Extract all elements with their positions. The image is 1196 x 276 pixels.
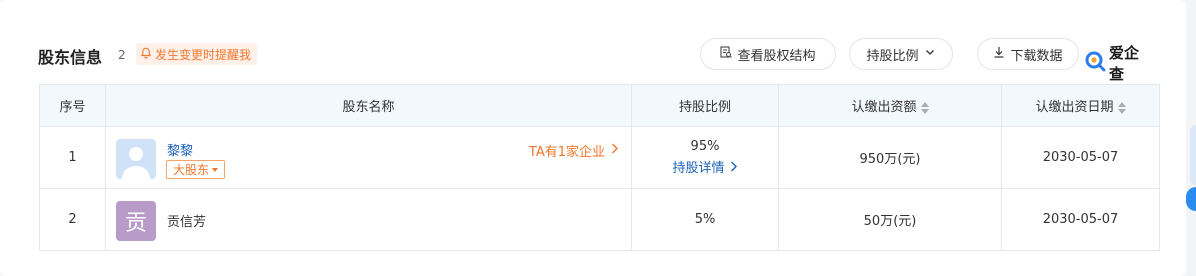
capital-header-label: 认缴出资额 (851, 100, 917, 115)
ratio-cell: 95% 持股详情 (631, 126, 779, 189)
detail-label: 持股详情 (672, 160, 725, 176)
sort-icon[interactable] (920, 101, 929, 114)
col-header-ratio: 持股比例 (631, 84, 779, 127)
chevron-right-icon (611, 143, 619, 158)
shareholder-name-cell: 黎黎 大股东 TA有1家企业 (105, 126, 632, 189)
ratio-value: 95% (690, 138, 720, 154)
major-shareholder-tag[interactable]: 大股东 (166, 160, 226, 179)
download-data-button[interactable]: 下载数据 (977, 38, 1079, 70)
col-header-date[interactable]: 认缴出资日期 (1001, 84, 1160, 127)
chevron-right-icon (730, 158, 738, 180)
view-equity-structure-button[interactable]: 查看股权结构 (700, 38, 836, 70)
capital-cell: 950万(元) (778, 126, 1002, 189)
col-header-capital[interactable]: 认缴出资额 (778, 84, 1002, 127)
sort-icon[interactable] (1117, 101, 1126, 114)
section-title: 股东信息 (38, 48, 103, 67)
side-float-button[interactable] (1186, 187, 1196, 211)
row-index: 1 (39, 126, 106, 189)
row-index: 2 (39, 188, 106, 251)
section-header: 股东信息 2 发生变更时提醒我 查看股权结构 持股比例 下载数据 爱企查 (38, 38, 1150, 83)
shareholder-name: 贡信芳 (167, 215, 207, 230)
change-reminder-button[interactable]: 发生变更时提醒我 (136, 43, 258, 65)
shareholder-name-link[interactable]: 黎黎 (167, 140, 193, 159)
reminder-label: 发生变更时提醒我 (155, 47, 252, 62)
avatar[interactable] (116, 139, 156, 179)
ratio-cell: 5% (631, 188, 779, 251)
date-cell: 2030-05-07 (1001, 126, 1160, 189)
download-label: 下载数据 (1010, 48, 1063, 64)
col-header-index: 序号 (39, 84, 106, 127)
holding-ratio-dropdown[interactable]: 持股比例 (849, 38, 953, 70)
related-companies-link[interactable]: TA有1家企业 (529, 141, 619, 160)
logo-text: 爱企查 (1109, 44, 1140, 83)
holding-detail-link[interactable]: 持股详情 (672, 158, 737, 180)
side-panel-edge (1190, 125, 1196, 185)
date-cell: 2030-05-07 (1001, 188, 1160, 251)
structure-label: 查看股权结构 (737, 48, 816, 64)
capital-cell: 50万(元) (778, 188, 1002, 251)
shareholder-name-cell: 贡 贡信芳 (105, 188, 632, 251)
chevron-down-icon (924, 46, 936, 62)
logo-icon (1084, 50, 1106, 76)
shareholder-card: 股东信息 2 发生变更时提醒我 查看股权结构 持股比例 下载数据 爱企查 序号 … (0, 0, 1186, 276)
table-header-row: 序号 股东名称 持股比例 认缴出资额 认缴出资日期 (39, 84, 1160, 127)
structure-icon (720, 46, 733, 62)
shareholder-count: 2 (118, 48, 126, 62)
shareholder-table: 序号 股东名称 持股比例 认缴出资额 认缴出资日期 1 黎黎 大股东 TA有1家… (39, 84, 1160, 251)
ratio-dropdown-label: 持股比例 (866, 48, 919, 64)
table-row: 1 黎黎 大股东 TA有1家企业 95% 持股详情 950万(元) 2030-0… (39, 126, 1160, 189)
bell-icon (140, 47, 152, 62)
download-icon (993, 46, 1005, 62)
related-label: TA有1家企业 (528, 145, 605, 160)
caret-down-icon (212, 167, 219, 172)
avatar[interactable]: 贡 (116, 201, 156, 241)
col-header-name: 股东名称 (105, 84, 632, 127)
table-row: 2 贡 贡信芳 5% 50万(元) 2030-05-07 (39, 188, 1160, 251)
brand-logo: 爱企查 (1084, 42, 1150, 84)
date-header-label: 认缴出资日期 (1035, 100, 1114, 115)
tag-label: 大股东 (173, 163, 210, 177)
